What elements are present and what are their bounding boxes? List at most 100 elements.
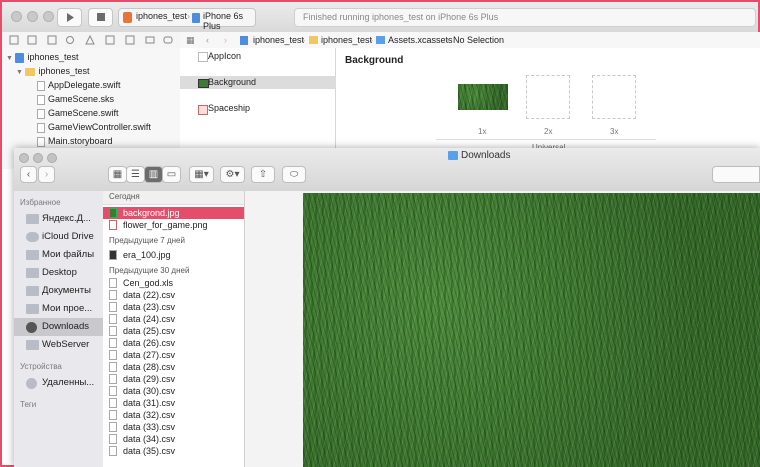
action-button[interactable]: ⚙▾ — [220, 166, 245, 183]
image-asset-icon — [198, 105, 208, 115]
file-row[interactable]: data (30).csv — [103, 385, 244, 397]
list-view-button[interactable]: ☰ — [126, 166, 145, 183]
slot-1x-image[interactable] — [458, 84, 508, 110]
back-button[interactable]: ‹ — [20, 166, 37, 183]
icon-view-button[interactable]: ▦ — [108, 166, 127, 183]
sidebar-header-devices: Устройства — [20, 362, 62, 371]
run-button[interactable] — [57, 8, 82, 27]
file-row[interactable]: era_100.jpg — [103, 249, 244, 261]
folder-icon — [309, 36, 318, 44]
search-field[interactable] — [712, 166, 760, 183]
nav-item-group[interactable]: ▼ iphones_test — [16, 64, 90, 78]
all-files-icon — [26, 250, 39, 260]
sidebar-item-desktop[interactable]: Desktop — [14, 264, 103, 282]
zoom-window-button[interactable] — [43, 11, 54, 22]
file-row[interactable]: data (34).csv — [103, 433, 244, 445]
file-row[interactable]: data (35).csv — [103, 445, 244, 457]
arrange-button[interactable]: ▦▾ — [189, 166, 214, 183]
jump-item[interactable]: iphones_test — [321, 32, 372, 48]
scheme-selector[interactable]: iphones_test › iPhone 6s Plus — [118, 8, 256, 31]
file-row[interactable]: data (28).csv — [103, 361, 244, 373]
folder-icon — [26, 214, 39, 224]
file-row[interactable]: data (22).csv — [103, 289, 244, 301]
file-row[interactable]: data (27).csv — [103, 349, 244, 361]
minimize-window-button[interactable] — [33, 153, 43, 163]
image-preview — [303, 193, 760, 467]
file-name: data (24).csv — [123, 314, 176, 324]
forward-arrow-icon[interactable]: › — [224, 32, 227, 48]
sidebar-item-icloud[interactable]: iCloud Drive — [14, 228, 103, 246]
documents-icon — [26, 286, 39, 296]
jump-item[interactable]: iphones_test — [253, 32, 304, 48]
file-row[interactable]: data (29).csv — [103, 373, 244, 385]
nav-item-file[interactable]: AppDelegate.swift — [37, 78, 121, 92]
jump-item[interactable]: Assets.xcassets — [388, 32, 453, 48]
sidebar-item-webserver[interactable]: WebServer — [14, 336, 103, 354]
forward-button[interactable]: › — [38, 166, 55, 183]
navigator-icons[interactable] — [8, 35, 178, 45]
share-button[interactable]: ⇧ — [251, 166, 275, 183]
document-file-icon — [109, 362, 117, 372]
document-file-icon — [109, 374, 117, 384]
sidebar-header-favorites: Избранное — [20, 198, 61, 207]
tags-button[interactable]: ⬭ — [282, 166, 306, 183]
file-row[interactable]: data (25).csv — [103, 325, 244, 337]
grid-icon[interactable]: ▦ — [186, 32, 195, 48]
file-row[interactable]: data (32).csv — [103, 409, 244, 421]
sks-file-icon — [37, 94, 45, 105]
document-file-icon — [109, 278, 117, 288]
file-row[interactable]: data (24).csv — [103, 313, 244, 325]
nav-item-file[interactable]: GameScene.swift — [37, 106, 119, 120]
sidebar-item-my-files[interactable]: Мои файлы — [14, 246, 103, 264]
device-name: iPhone 6s Plus — [203, 11, 244, 31]
share-icon: ⇧ — [258, 169, 268, 180]
file-row[interactable]: Cen_god.xls — [103, 277, 244, 289]
zoom-window-button[interactable] — [47, 153, 57, 163]
file-row[interactable]: data (33).csv — [103, 421, 244, 433]
file-row[interactable]: backgrond.jpg — [103, 207, 244, 219]
file-row[interactable]: data (23).csv — [103, 301, 244, 313]
chevron-right-icon: › — [370, 35, 373, 45]
sidebar-item-downloads[interactable]: Downloads — [14, 318, 103, 336]
file-row[interactable]: data (26).csv — [103, 337, 244, 349]
nav-item-file[interactable]: GameViewController.swift — [37, 120, 151, 134]
sidebar-item-label: iCloud Drive — [42, 231, 94, 242]
nav-item-file[interactable]: Main.storyboard — [37, 134, 113, 148]
finder-toolbar: Downloads ‹ › ▦ ☰ ▥ ▭ ▦▾ ⚙▾ ⇧ ⬭ — [14, 148, 760, 192]
slot-2x[interactable] — [526, 75, 570, 119]
stop-button[interactable] — [88, 8, 113, 27]
document-file-icon — [109, 338, 117, 348]
arrange-icon: ▦▾ — [194, 169, 209, 180]
asset-label: Background — [208, 77, 257, 87]
sidebar-item-remote-disc[interactable]: Удаленны... — [14, 374, 103, 392]
tag-icon: ⬭ — [289, 169, 299, 180]
jump-item[interactable]: No Selection — [453, 32, 504, 48]
slot-3x[interactable] — [592, 75, 636, 119]
sidebar-item-yandex-disk[interactable]: Яндекс.Д... — [14, 210, 103, 228]
column-view-icon: ▥ — [148, 169, 159, 180]
file-name: data (23).csv — [123, 302, 176, 312]
nav-item-project[interactable]: ▼ iphones_test — [6, 50, 79, 64]
back-arrow-icon[interactable]: ‹ — [206, 32, 209, 48]
nav-item-label: iphones_test — [27, 52, 79, 62]
nav-item-label: AppDelegate.swift — [48, 80, 121, 90]
minimize-window-button[interactable] — [27, 11, 38, 22]
file-row[interactable]: data (31).csv — [103, 397, 244, 409]
close-window-button[interactable] — [11, 11, 22, 22]
downloads-folder-icon — [448, 151, 458, 160]
close-window-button[interactable] — [19, 153, 29, 163]
file-name: era_100.jpg — [123, 250, 171, 260]
file-name: data (32).csv — [123, 410, 176, 420]
disc-icon — [26, 378, 37, 389]
file-name: data (35).csv — [123, 446, 176, 456]
column-view-button[interactable]: ▥ — [144, 166, 163, 183]
file-row[interactable]: flower_for_game.png — [103, 219, 244, 231]
sidebar-header-tags: Теги — [20, 400, 37, 409]
gallery-view-button[interactable]: ▭ — [162, 166, 181, 183]
folder-icon — [25, 67, 36, 76]
file-list-month: Cen_god.xls data (22).csv data (23).csv dat… — [103, 277, 244, 457]
sidebar-item-documents[interactable]: Документы — [14, 282, 103, 300]
nav-item-file[interactable]: GameScene.sks — [37, 92, 114, 106]
sidebar-item-projects[interactable]: Мои прое... — [14, 300, 103, 318]
image-file-icon — [109, 250, 117, 260]
